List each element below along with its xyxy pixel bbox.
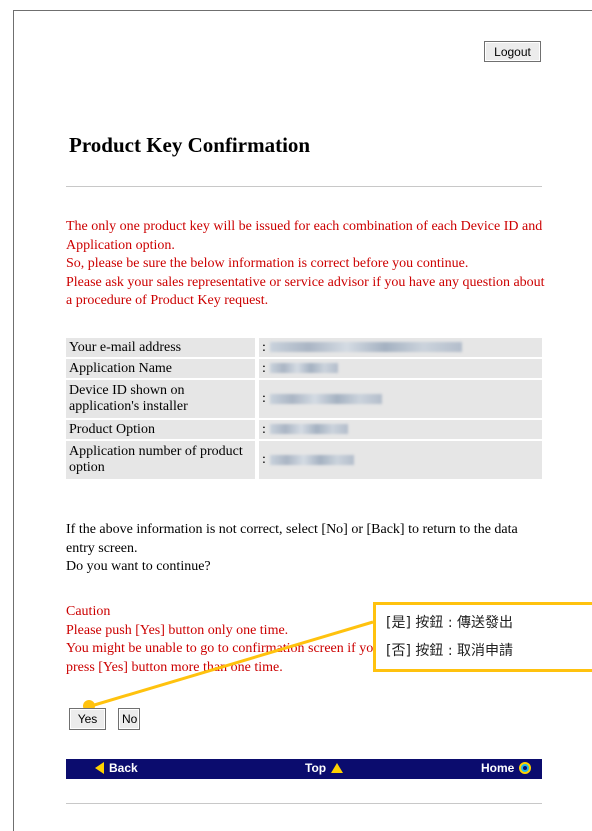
back-link[interactable]: Back xyxy=(95,761,138,775)
no-button[interactable]: No xyxy=(118,708,140,730)
redacted-value xyxy=(269,454,354,465)
callout-line-yes: [是] 按鈕 : 傳送發出 xyxy=(386,615,513,631)
table-row: Device ID shown on application's install… xyxy=(66,380,542,418)
table-row: Application number of product option : xyxy=(66,441,542,479)
value-separator: : xyxy=(262,360,266,376)
caution-message: Caution Please push [Yes] button only on… xyxy=(66,603,396,677)
caution-line: You might be unable to go to confirmatio… xyxy=(66,641,381,675)
top-label: Top xyxy=(305,761,327,775)
row-label-device-id: Device ID shown on application's install… xyxy=(66,380,259,418)
warning-line: Please ask your sales representative or … xyxy=(66,274,545,309)
confirm-line: If the above information is not correct,… xyxy=(66,522,518,556)
back-label: Back xyxy=(109,761,138,775)
divider xyxy=(66,186,542,187)
redacted-value xyxy=(269,393,382,404)
row-label-email: Your e-mail address xyxy=(66,338,259,357)
caution-heading: Caution xyxy=(66,604,111,619)
top-link[interactable]: Top xyxy=(305,761,344,775)
row-label-application-number: Application number of product option xyxy=(66,441,259,479)
yes-button[interactable]: Yes xyxy=(69,708,106,730)
value-separator: : xyxy=(262,391,266,406)
row-value-application-number: : xyxy=(259,441,542,479)
confirm-message: If the above information is not correct,… xyxy=(66,521,546,577)
home-icon xyxy=(519,762,532,774)
caution-line: Please push [Yes] button only one time. xyxy=(66,622,289,638)
value-separator: : xyxy=(262,452,266,467)
warning-line: The only one product key will be issued … xyxy=(66,219,543,253)
table-row: Your e-mail address : xyxy=(66,338,542,357)
home-link[interactable]: Home xyxy=(481,761,532,775)
table-row: Product Option : xyxy=(66,420,542,439)
back-arrow-icon xyxy=(95,762,104,774)
up-arrow-icon xyxy=(331,763,344,773)
table-row: Application Name : xyxy=(66,359,542,378)
redacted-value xyxy=(269,424,348,435)
row-label-application-name: Application Name xyxy=(66,359,259,378)
row-label-product-option: Product Option xyxy=(66,420,259,439)
divider xyxy=(66,803,542,804)
row-value-application-name: : xyxy=(259,359,542,378)
info-table: Your e-mail address : Application Name :… xyxy=(66,336,542,481)
home-label: Home xyxy=(481,761,515,775)
warning-message: The only one product key will be issued … xyxy=(66,218,546,311)
page-title: Product Key Confirmation xyxy=(69,133,311,157)
annotation-callout: [是] 按鈕 : 傳送發出 [否] 按鈕 : 取消申請 xyxy=(373,602,592,672)
redacted-value xyxy=(269,342,462,353)
row-value-email: : xyxy=(259,338,542,357)
warning-line: So, please be sure the below information… xyxy=(66,256,469,271)
row-value-device-id: : xyxy=(259,380,542,418)
value-separator: : xyxy=(262,421,266,437)
confirm-question: Do you want to continue? xyxy=(66,559,211,574)
navigation-bar: Back Top Home xyxy=(66,759,542,779)
logout-button[interactable]: Logout xyxy=(484,41,541,62)
row-value-product-option: : xyxy=(259,420,542,439)
callout-line-no: [否] 按鈕 : 取消申請 xyxy=(386,643,513,659)
redacted-value xyxy=(269,363,338,374)
value-separator: : xyxy=(262,339,266,355)
